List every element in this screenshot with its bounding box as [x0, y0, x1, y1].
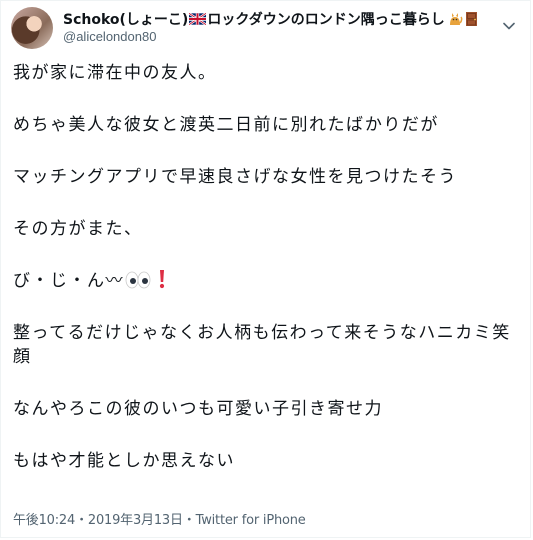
tweet-line: マッチングアプリで早速良さげな女性を見つけたそう: [13, 167, 457, 187]
user-handle[interactable]: @alicelondon80: [63, 29, 156, 44]
more-options-icon[interactable]: [500, 17, 518, 35]
tweet-time: 午後10:24: [13, 513, 76, 528]
eyes-icon: [125, 271, 151, 289]
tweet-card: Schoko(しょーこ) ロックダウンのロンドン隅っこ暮らし @alicelon…: [0, 0, 531, 538]
tweet-date: 2019年3月13日: [87, 513, 183, 528]
uk-flag-icon: [189, 13, 207, 25]
display-name-prefix: Schoko(しょーこ): [63, 12, 189, 28]
tweet-line: 顔: [13, 347, 32, 367]
tweet-line-text: び・じ・ん〰: [13, 271, 124, 291]
tweet-line: めちゃ美人な彼女と渡英二日前に別れたばかりだが: [13, 115, 439, 135]
tweet-line: その方がまた、: [13, 219, 143, 239]
tweet-line: 整ってるだけじゃなくお人柄も伝わって来そうなハニカミ笑: [13, 323, 511, 343]
tweet-text: 我が家に滞在中の友人。 めちゃ美人な彼女と渡英二日前に別れたばかりだが マッチン…: [13, 61, 518, 473]
display-name[interactable]: Schoko(しょーこ) ロックダウンのロンドン隅っこ暮らし: [63, 9, 478, 29]
tweet-line: び・じ・ん〰: [13, 269, 518, 293]
avatar[interactable]: [11, 7, 53, 49]
tweet-line: 我が家に滞在中の友人。: [13, 63, 217, 83]
display-name-suffix: ロックダウンのロンドン隅っこ暮らし: [207, 12, 445, 28]
tweet-line: もはや才能としか思えない: [13, 451, 235, 471]
tweet-line: なんやろこの彼のいつも可愛い子引き寄せ力: [13, 399, 383, 419]
source-link[interactable]: Twitter for iPhone: [196, 513, 306, 528]
separator: ・: [75, 513, 88, 528]
timestamp-link[interactable]: 午後10:24・2019年3月13日: [13, 513, 183, 528]
separator: ・: [182, 513, 196, 528]
exclamation-icon: [159, 270, 165, 289]
door-icon: [465, 12, 477, 26]
tweet-metadata: 午後10:24・2019年3月13日・Twitter for iPhone: [13, 509, 306, 528]
cat-icon: [449, 13, 463, 25]
